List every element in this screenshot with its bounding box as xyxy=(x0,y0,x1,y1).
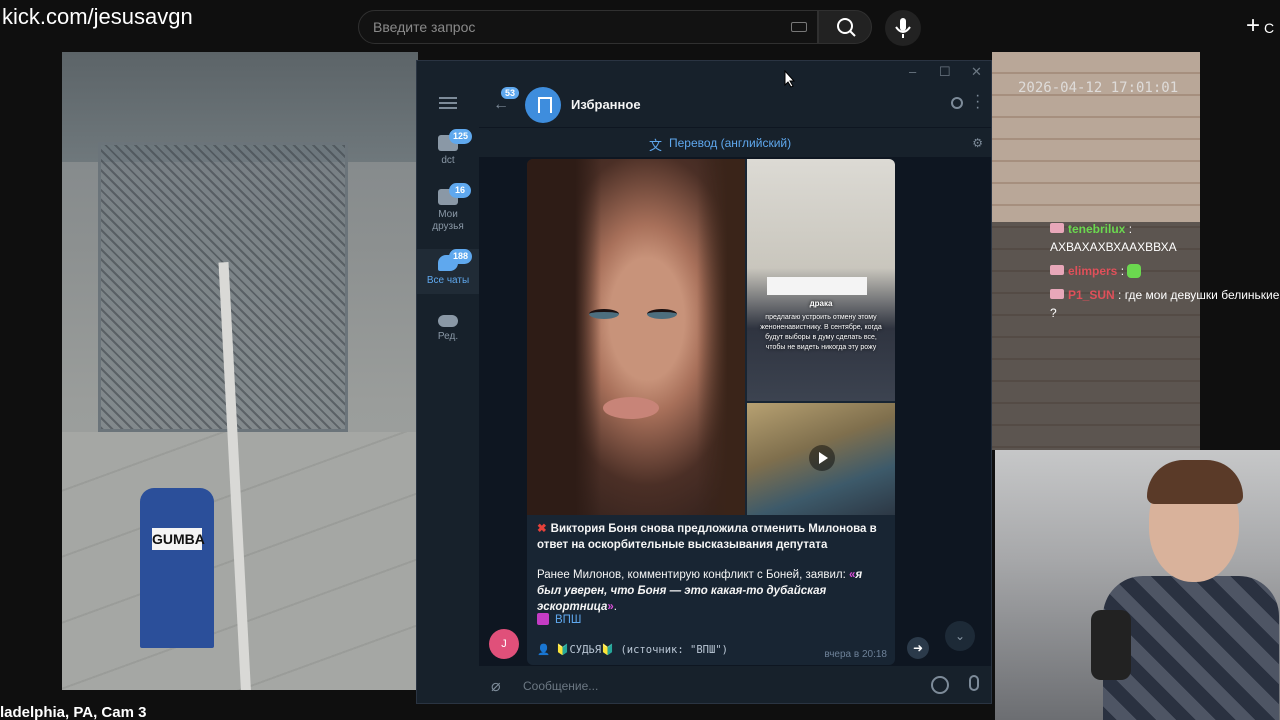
folder-sidebar: 125 dct 16 Мои друзья 188 Все чаты Ред. xyxy=(417,83,479,703)
photo-caption: драка предлагаю устроить отмену этому же… xyxy=(757,299,885,353)
unread-badge: 188 xyxy=(449,249,473,264)
message-headline: Виктория Боня снова предложила отменить … xyxy=(537,523,877,551)
folder-friends[interactable]: 16 Мои друзья xyxy=(417,183,479,233)
photo-caption-text: предлагаю устроить отмену этому женонена… xyxy=(760,314,882,351)
chat-header: ← 53 Избранное · · · xyxy=(479,83,991,127)
chat-username[interactable]: tenebrilux xyxy=(1068,222,1125,236)
minimize-icon[interactable]: – xyxy=(909,64,916,79)
webcam-microphone xyxy=(1091,610,1131,680)
stream-chat: tenebrilux : АХВАХАХВХААХВВХА elimpers :… xyxy=(1050,220,1280,328)
saved-messages-avatar[interactable] xyxy=(525,87,561,123)
camera-feed: GUMBA xyxy=(62,52,418,690)
camera-timestamp: 2026-04-12 17:01:01 xyxy=(1018,80,1179,96)
folder-edit[interactable]: Ред. xyxy=(417,315,479,342)
folder-label: Ред. xyxy=(437,331,459,342)
folder-dct[interactable]: 125 dct xyxy=(417,129,479,166)
play-icon[interactable] xyxy=(809,445,835,471)
close-icon[interactable]: ✕ xyxy=(971,64,982,80)
streamer-webcam xyxy=(995,450,1280,720)
voice-search-button[interactable] xyxy=(885,10,921,46)
sword-badge-icon xyxy=(1050,289,1064,299)
message-timestamp: вчера в 20:18 xyxy=(824,649,887,660)
message-body: Ранее Милонов, комментирую конфликт с Бо… xyxy=(537,569,846,581)
message-video-thumbnail[interactable] xyxy=(747,403,895,515)
search-icon xyxy=(837,18,856,37)
window-titlebar[interactable]: – ☐ ✕ xyxy=(417,61,991,83)
folder-label: dct xyxy=(441,155,455,166)
message-signature: 👤 🔰СУДЬЯ🔰 (источник: "ВПШ") xyxy=(537,644,728,656)
unread-badge: 125 xyxy=(449,129,473,144)
voice-message-icon[interactable] xyxy=(969,675,979,691)
search-placeholder: Введите запрос xyxy=(373,19,476,35)
emoji-icon[interactable] xyxy=(931,676,949,694)
telegram-window: – ☐ ✕ 125 dct 16 Мои друзья 188 Все чаты xyxy=(416,60,992,704)
attach-icon[interactable]: ⌀ xyxy=(491,676,501,696)
message-text: ✖ Виктория Боня снова предложила отменить… xyxy=(537,521,887,615)
chat-message: elimpers : xyxy=(1050,262,1280,280)
keyboard-icon[interactable] xyxy=(791,22,807,32)
more-options-icon[interactable]: · · · xyxy=(975,88,980,116)
edit-folders-icon xyxy=(438,315,458,327)
message-photo-portrait[interactable] xyxy=(527,159,745,515)
unread-badge: 16 xyxy=(449,183,471,198)
translate-label[interactable]: Перевод (английский) xyxy=(669,136,791,150)
channel-link-text[interactable]: ВПШ xyxy=(555,614,581,626)
search-icon[interactable] xyxy=(951,97,963,109)
message-bubble[interactable]: драка предлагаю устроить отмену этому же… xyxy=(527,159,895,665)
forward-icon: ➜ xyxy=(912,641,924,655)
cross-mark-icon: ✖ xyxy=(537,523,547,535)
message-photo-screenshot[interactable]: драка предлагаю устроить отмену этому же… xyxy=(747,159,895,401)
chat-username[interactable]: P1_SUN xyxy=(1068,288,1115,302)
chat-message: P1_SUN : где мои девушки белинькие ? xyxy=(1050,288,1280,320)
create-button[interactable]: + С xyxy=(1246,14,1280,40)
chat-text: АХВАХАХВХААХВВХА xyxy=(1050,240,1177,254)
folder-all-chats[interactable]: 188 Все чаты xyxy=(417,249,479,294)
photo-post-snippet xyxy=(767,277,867,295)
back-unread-badge: 53 xyxy=(501,87,520,99)
translate-bar[interactable]: 文 Перевод (английский) ⚙ xyxy=(479,127,991,157)
folder-label: Мои друзья xyxy=(432,209,464,232)
translate-settings-icon[interactable]: ⚙ xyxy=(972,136,983,150)
browser-topbar: kick.com/jesusavgn Введите запрос + С xyxy=(0,0,1280,52)
mouse-cursor-icon xyxy=(784,70,796,88)
sword-badge-icon xyxy=(1050,265,1064,275)
emote-icon xyxy=(1127,264,1142,278)
mailbox-label: GUMBA xyxy=(152,528,205,550)
message-composer: ⌀ Сообщение... xyxy=(479,665,991,703)
quote-close-icon: » xyxy=(607,601,614,613)
chat-username[interactable]: elimpers xyxy=(1068,264,1117,278)
message-input[interactable]: Сообщение... xyxy=(523,679,598,693)
photo-caption-title: драка xyxy=(809,299,833,308)
maximize-icon[interactable]: ☐ xyxy=(939,64,951,80)
chat-title[interactable]: Избранное xyxy=(571,97,641,112)
scroll-down-button[interactable]: ⌄ xyxy=(945,621,975,651)
channel-logo-icon xyxy=(537,613,549,625)
chat-message: tenebrilux : АХВАХАХВХААХВВХА xyxy=(1050,222,1177,254)
menu-icon[interactable] xyxy=(439,97,457,109)
folder-label: Все чаты xyxy=(426,275,470,286)
create-label: С xyxy=(1264,20,1275,36)
chevron-down-icon: ⌄ xyxy=(954,629,966,643)
sender-avatar[interactable]: J xyxy=(489,629,519,659)
message-paragraph: Ранее Милонов, комментирую конфликт с Бо… xyxy=(537,569,863,613)
forward-button[interactable]: ➜ xyxy=(907,637,929,659)
camera-caption: ladelphia, PA, Cam 3 xyxy=(0,704,147,720)
search-input[interactable]: Введите запрос xyxy=(358,10,818,44)
channel-link[interactable]: ВПШ xyxy=(537,613,581,626)
mic-icon xyxy=(895,18,911,38)
camera-mailbox: GUMBA xyxy=(140,488,214,648)
search-button[interactable] xyxy=(818,10,872,44)
plus-icon: + xyxy=(1246,12,1261,39)
stream-url-overlay: kick.com/jesusavgn xyxy=(2,4,193,29)
screen: kick.com/jesusavgn Введите запрос + С GUM… xyxy=(0,0,1280,720)
translate-icon: 文 xyxy=(649,138,663,153)
sword-badge-icon xyxy=(1050,223,1064,233)
